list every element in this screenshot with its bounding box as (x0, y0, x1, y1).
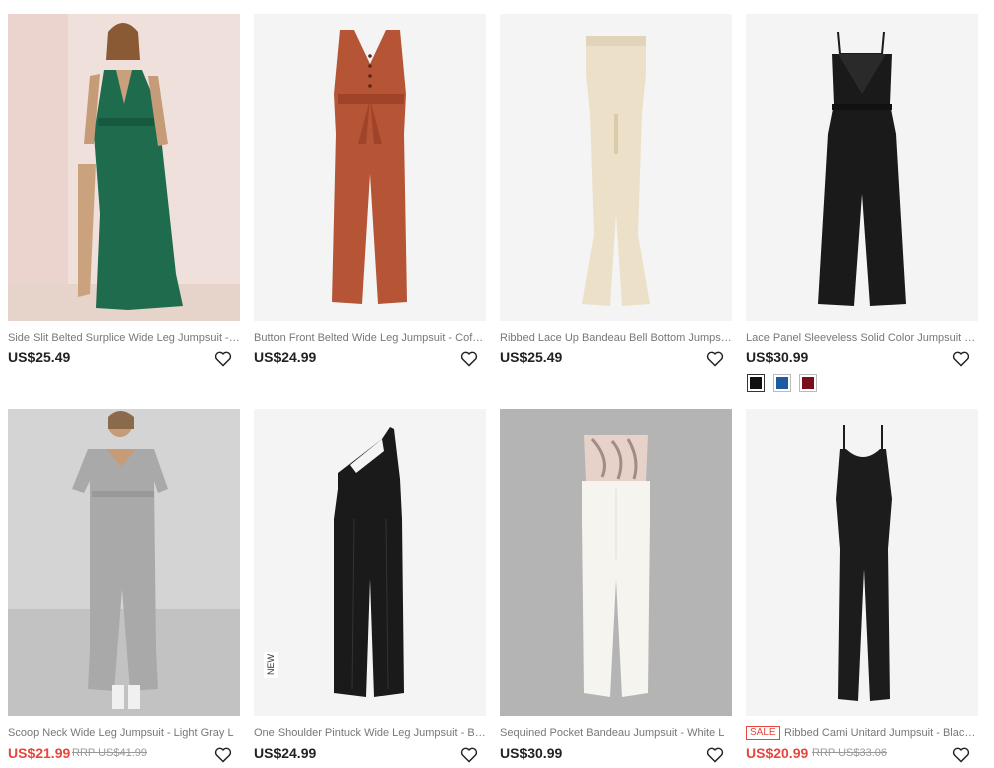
product-card[interactable]: Side Slit Belted Surplice Wide Leg Jumps… (8, 14, 240, 374)
wishlist-heart-icon[interactable] (706, 351, 724, 367)
wishlist-heart-icon[interactable] (460, 747, 478, 763)
product-image[interactable] (254, 409, 486, 716)
product-title[interactable]: Scoop Neck Wide Leg Jumpsuit - Light Gra… (8, 727, 240, 739)
product-image[interactable] (8, 409, 240, 716)
product-card[interactable]: Scoop Neck Wide Leg Jumpsuit - Light Gra… (8, 409, 240, 768)
product-title[interactable]: One Shoulder Pintuck Wide Leg Jumpsuit -… (254, 727, 486, 739)
product-image[interactable] (500, 409, 732, 716)
product-title[interactable]: Sequined Pocket Bandeau Jumpsuit - White… (500, 727, 732, 739)
color-swatch-burgundy[interactable] (799, 374, 817, 392)
product-card[interactable]: Sequined Pocket Bandeau Jumpsuit - White… (500, 409, 732, 768)
product-image[interactable] (254, 14, 486, 321)
product-price: US$25.49 (500, 349, 563, 365)
price-row: US$30.99 (746, 349, 978, 371)
sale-tag: SALE (746, 726, 780, 740)
product-image[interactable] (746, 409, 978, 716)
product-price: US$30.99 (746, 349, 809, 365)
price-row: US$24.99 (254, 349, 486, 371)
color-swatch-black[interactable] (747, 374, 765, 392)
product-title[interactable]: Ribbed Cami Unitard Jumpsuit - Black L (784, 727, 978, 739)
product-card[interactable]: Button Front Belted Wide Leg Jumpsuit - … (254, 14, 486, 374)
product-image[interactable] (500, 14, 732, 321)
product-price: US$24.99 (254, 745, 317, 761)
product-title[interactable]: Ribbed Lace Up Bandeau Bell Bottom Jumps… (500, 332, 732, 344)
wishlist-heart-icon[interactable] (952, 747, 970, 763)
wishlist-heart-icon[interactable] (214, 351, 232, 367)
price-row: US$21.99 RRP US$41.99 (8, 745, 240, 767)
product-rrp-price: RRP US$41.99 (72, 747, 148, 759)
product-rrp-price: RRP US$33.06 (812, 747, 888, 759)
product-card[interactable]: Ribbed Lace Up Bandeau Bell Bottom Jumps… (500, 14, 732, 374)
price-row: US$30.99 (500, 745, 732, 767)
price-row: US$24.99 (254, 745, 486, 767)
product-price: US$25.49 (8, 349, 71, 365)
product-title[interactable]: Button Front Belted Wide Leg Jumpsuit - … (254, 332, 486, 344)
product-image[interactable] (8, 14, 240, 321)
price-row: US$25.49 (8, 349, 240, 371)
product-image[interactable] (746, 14, 978, 321)
product-price: US$24.99 (254, 349, 317, 365)
product-sale-price: US$20.99 (746, 745, 809, 761)
price-row: US$25.49 (500, 349, 732, 371)
product-card[interactable]: Lace Panel Sleeveless Solid Color Jumpsu… (746, 14, 978, 394)
price-row: US$20.99 RRP US$33.06 (746, 745, 978, 767)
wishlist-heart-icon[interactable] (214, 747, 232, 763)
product-card[interactable]: NEW One Shoulder Pintuck Wide Leg Jumpsu… (254, 409, 486, 768)
wishlist-heart-icon[interactable] (706, 747, 724, 763)
product-grid: Side Slit Belted Surplice Wide Leg Jumps… (0, 0, 994, 768)
color-swatches (746, 374, 978, 394)
product-sale-price: US$21.99 (8, 745, 71, 761)
product-title[interactable]: Lace Panel Sleeveless Solid Color Jumpsu… (746, 332, 978, 344)
product-price: US$30.99 (500, 745, 563, 761)
wishlist-heart-icon[interactable] (460, 351, 478, 367)
new-badge: NEW (264, 652, 278, 678)
color-swatch-blue[interactable] (773, 374, 791, 392)
product-title[interactable]: Side Slit Belted Surplice Wide Leg Jumps… (8, 332, 240, 344)
product-card[interactable]: SALE Ribbed Cami Unitard Jumpsuit - Blac… (746, 409, 978, 768)
wishlist-heart-icon[interactable] (952, 351, 970, 367)
